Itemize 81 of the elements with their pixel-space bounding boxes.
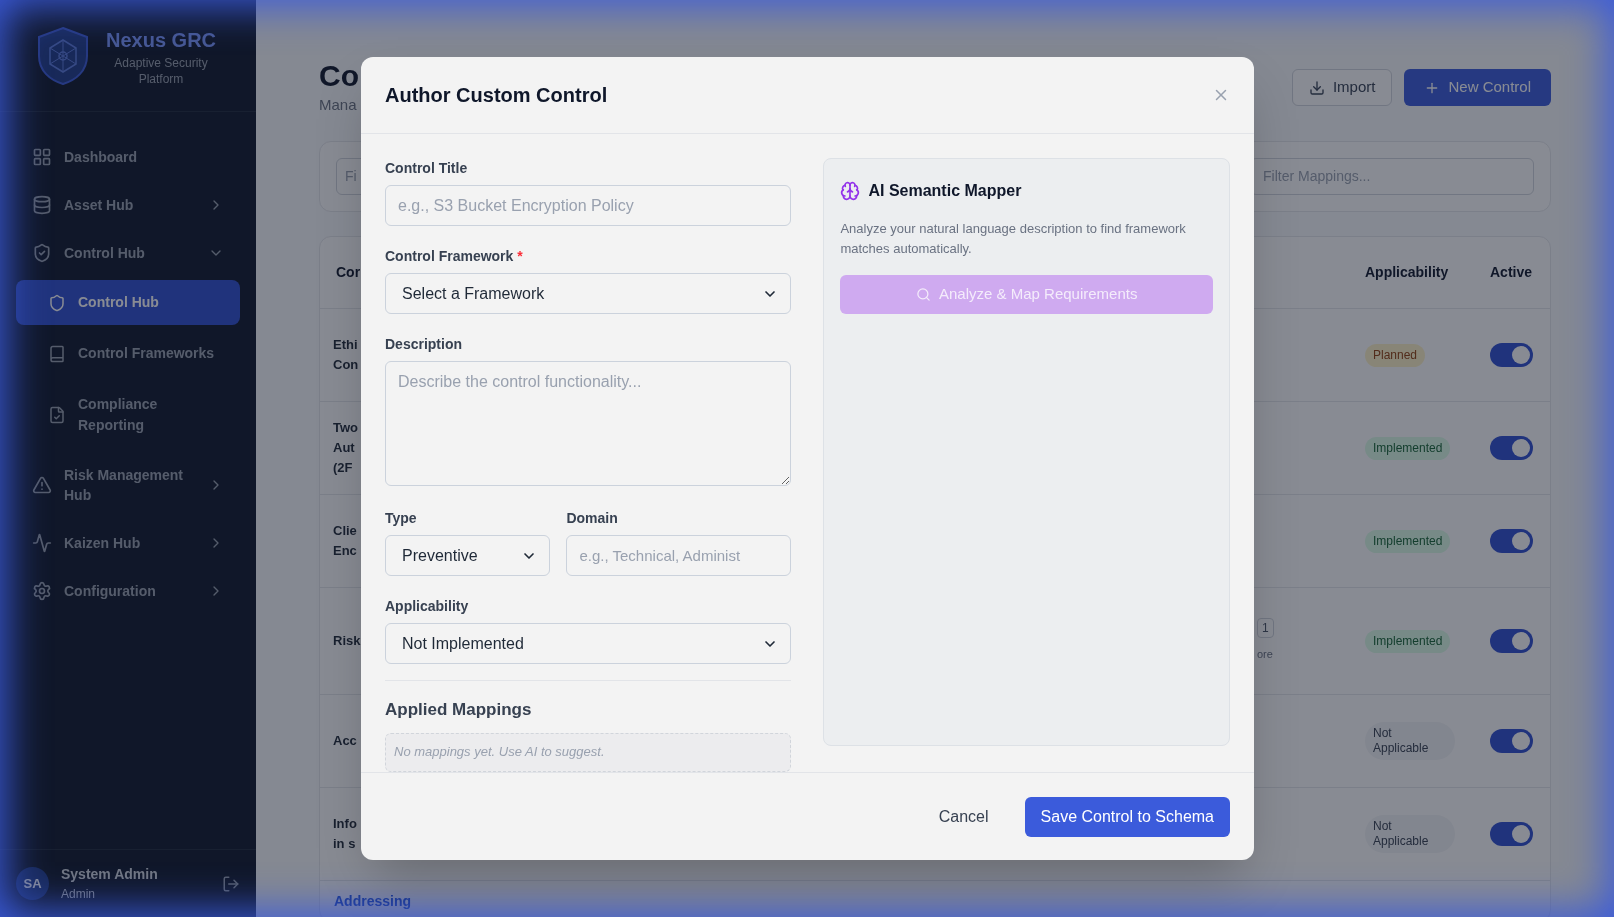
sidebar-item[interactable]: Kaizen Hub [16, 522, 240, 564]
shield-icon [48, 293, 66, 312]
field-label: Domain [566, 509, 619, 528]
table-cell-text: Info [333, 814, 357, 833]
field-label: Control Title [385, 159, 469, 178]
table-cell-text: Two [333, 418, 359, 437]
settings-icon [32, 581, 52, 601]
sidebar-item[interactable]: Dashboard [16, 136, 240, 178]
empty-mappings-box: No mappings yet. Use AI to suggest. [385, 732, 792, 772]
database-icon [32, 195, 52, 215]
brand-tagline: Adaptive Security Platform [113, 54, 209, 87]
required-mark: * [517, 247, 523, 266]
activity-line-icon [32, 533, 52, 553]
file-check-icon [48, 406, 66, 424]
table-cell-text: Acc [333, 731, 357, 750]
new-control-button[interactable]: New Control [1404, 69, 1551, 106]
column-header: Cor [336, 262, 362, 282]
table-cell-text: Risk [333, 631, 361, 650]
applicability-badge: Implemented [1365, 530, 1451, 553]
sidebar-item[interactable]: Configuration [16, 570, 240, 612]
section-heading: Applied Mappings [385, 699, 533, 721]
panel-title: AI Semantic Mapper [868, 181, 1022, 201]
table-cell-text: Ethi [333, 335, 358, 354]
table-cell-text: (2F [333, 458, 353, 477]
brand-name: Nexus GRC [106, 27, 217, 53]
table-cell-text: Clie [333, 521, 357, 540]
active-toggle[interactable] [1490, 342, 1533, 367]
applicability-select[interactable]: Not Implemented [385, 623, 792, 664]
table-cell-text: in s [333, 834, 356, 853]
active-toggle[interactable] [1490, 435, 1533, 460]
page-title: Co [319, 58, 359, 94]
import-button[interactable]: Import [1291, 69, 1393, 106]
search-icon [916, 287, 931, 302]
shield-check-icon [32, 243, 52, 263]
field-label: Applicability [385, 597, 470, 616]
field-label: Description [385, 335, 463, 354]
save-button[interactable]: Save Control to Schema [1024, 796, 1230, 837]
column-header: Active [1490, 262, 1534, 282]
more-mappings-text: ore [1257, 647, 1273, 663]
framework-select[interactable]: Select a Framework [385, 273, 792, 314]
active-toggle[interactable] [1490, 528, 1533, 553]
sidebar-subitem[interactable]: Control Hub [16, 280, 240, 325]
shield-network-logo-icon [36, 25, 90, 86]
page-subtitle: Mana [319, 95, 358, 115]
brain-icon [840, 181, 861, 201]
field-label: Control Framework [385, 247, 514, 266]
applicability-badge: Planned [1365, 344, 1426, 367]
table-cell: Addressing [334, 892, 411, 909]
description-textarea[interactable]: Describe the control functionality... [385, 361, 792, 486]
sidebar-item[interactable]: Asset Hub [16, 184, 240, 226]
panel-description: Analyze your natural language description to find framework matches automatically. [840, 220, 1187, 258]
user-avatar: SA [16, 867, 49, 900]
user-role: Admin [61, 886, 96, 903]
mapping-chip: 1 [1257, 618, 1274, 639]
field-label: Type [385, 509, 418, 528]
logout-icon[interactable] [222, 874, 240, 893]
user-name: System Admin [61, 865, 159, 884]
applicability-badge: Not Applicable [1365, 721, 1455, 760]
active-toggle[interactable] [1490, 728, 1533, 753]
sidebar-subitem[interactable]: Control Frameworks [16, 331, 240, 376]
applicability-badge: Implemented [1365, 630, 1451, 653]
active-toggle[interactable] [1490, 628, 1533, 653]
table-cell-text: Aut [333, 438, 355, 457]
title-input[interactable]: e.g., S3 Bucket Encryption Policy [385, 185, 792, 226]
column-header: Applicability [1365, 262, 1450, 282]
cancel-button[interactable]: Cancel [926, 796, 1001, 837]
modal-title: Author Custom Control [385, 83, 608, 108]
applicability-badge: Implemented [1365, 437, 1451, 460]
book-icon [48, 344, 66, 363]
type-select[interactable]: Preventive [385, 535, 551, 576]
applicability-badge: Not Applicable [1365, 814, 1455, 853]
download-icon [1308, 79, 1325, 96]
table-cell-text: Enc [333, 541, 357, 560]
warning-triangle-icon [32, 475, 52, 495]
active-toggle[interactable] [1490, 821, 1533, 846]
domain-input[interactable]: e.g., Technical, Administ [566, 535, 792, 576]
table-cell-text: Con [333, 355, 359, 374]
sidebar-subitem[interactable]: Compliance Reporting [16, 382, 240, 448]
dashboard-grid-icon [32, 147, 52, 167]
sidebar-item[interactable]: Risk Management Hub [16, 454, 240, 516]
sidebar-item[interactable]: Control Hub [16, 232, 240, 274]
